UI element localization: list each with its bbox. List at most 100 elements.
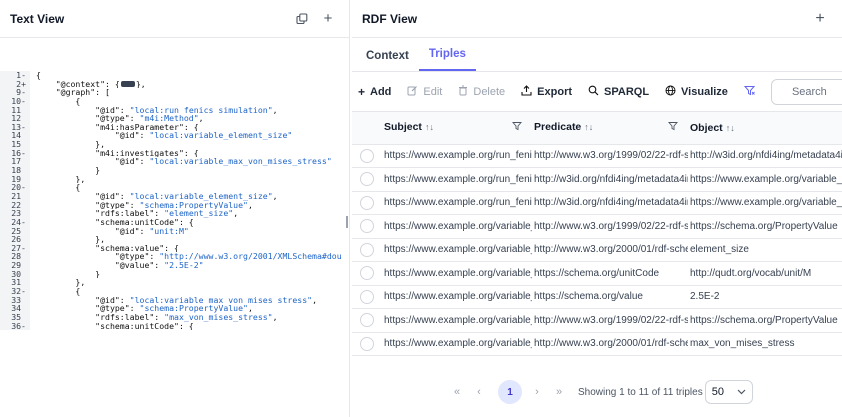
predicate-column-header[interactable]: Predicate ↑↓ bbox=[532, 112, 688, 145]
triples-table-body: https://www.example.org/run_fenics_simul… bbox=[352, 144, 842, 356]
editor-scrollbar[interactable] bbox=[345, 66, 349, 417]
subject-cell[interactable]: https://www.example.org/variable_element… bbox=[382, 285, 532, 309]
object-cell[interactable]: element_size bbox=[688, 238, 842, 262]
object-cell[interactable]: https://schema.org/PropertyValue bbox=[688, 214, 842, 239]
row-radio[interactable] bbox=[360, 336, 374, 351]
predicate-cell[interactable]: https://schema.org/unitCode bbox=[532, 261, 688, 286]
predicate-cell[interactable]: http://www.w3.org/2000/01/rdf-schema#lab… bbox=[532, 238, 688, 262]
object-cell[interactable]: https://www.example.org/variable_max_von… bbox=[688, 191, 842, 215]
code-line: "@id": "unit:M" bbox=[36, 227, 345, 236]
line-number: 36- bbox=[11, 320, 26, 331]
row-radio[interactable] bbox=[360, 313, 374, 328]
last-page-button[interactable]: » bbox=[550, 386, 568, 398]
predicate-cell[interactable]: http://w3id.org/nfdi4ing/metadata4ing#ha… bbox=[532, 167, 688, 192]
predicate-cell[interactable]: http://www.w3.org/1999/02/22-rdf-syntax-… bbox=[532, 308, 688, 333]
code-token: , bbox=[272, 312, 278, 322]
tab-context[interactable]: Context bbox=[356, 50, 419, 71]
code-editor[interactable]: 1- 2+ 9- 10- 11 12 13- 14 15 16- 17 18 19 20- 2… bbox=[0, 66, 345, 417]
subject-cell[interactable]: https://www.example.org/variable_element… bbox=[382, 214, 532, 239]
sort-icon[interactable]: ↑↓ bbox=[425, 122, 434, 132]
fold-placeholder[interactable] bbox=[120, 81, 135, 88]
predicate-cell[interactable]: http://www.w3.org/1999/02/22-rdf-syntax-… bbox=[532, 144, 688, 168]
sort-icon[interactable]: ↑↓ bbox=[584, 122, 593, 132]
code-line: "@graph": [ bbox=[36, 88, 345, 97]
delete-button[interactable]: Delete bbox=[458, 85, 505, 99]
row-radio[interactable] bbox=[360, 172, 374, 187]
table-row[interactable]: https://www.example.org/run_fenics_simul… bbox=[352, 167, 842, 192]
row-radio[interactable] bbox=[360, 148, 374, 163]
code-line: }, bbox=[36, 175, 345, 184]
row-radio[interactable] bbox=[360, 195, 374, 210]
object-cell[interactable]: max_von_mises_stress bbox=[688, 332, 842, 356]
code-string: "m4i:Method" bbox=[139, 114, 199, 123]
code-token: "schema:value": { bbox=[36, 243, 179, 253]
code-token: "schema:unitCode": { bbox=[36, 321, 194, 331]
page-1-button[interactable]: 1 bbox=[498, 380, 522, 404]
trash-icon bbox=[458, 85, 468, 99]
subject-cell[interactable]: https://www.example.org/variable_max_von… bbox=[382, 308, 532, 333]
rdf-view-title: RDF View bbox=[362, 11, 418, 26]
sort-icon[interactable]: ↑↓ bbox=[726, 123, 735, 133]
code-line: "schema:unitCode": { bbox=[36, 218, 345, 227]
rows-per-page-dropdown[interactable]: 50 bbox=[704, 380, 753, 404]
table-row[interactable]: https://www.example.org/run_fenics_simul… bbox=[352, 144, 842, 168]
prev-page-button[interactable]: ‹ bbox=[470, 386, 488, 398]
sparql-button[interactable]: SPARQL bbox=[588, 85, 649, 99]
object-column-header[interactable]: Object ↑↓ bbox=[688, 112, 842, 145]
subject-column-header[interactable]: Subject ↑↓ bbox=[382, 112, 532, 145]
add-button[interactable]: + Add bbox=[358, 85, 391, 99]
row-select-cell bbox=[352, 261, 382, 286]
copy-icon[interactable] bbox=[291, 8, 313, 30]
object-cell[interactable]: https://schema.org/PropertyValue bbox=[688, 308, 842, 333]
row-radio[interactable] bbox=[360, 266, 374, 281]
first-page-button[interactable]: « bbox=[448, 386, 466, 398]
filter-icon[interactable] bbox=[512, 121, 522, 134]
code-content[interactable]: { "@context": {}, "@graph": [ { "@id": "… bbox=[36, 71, 345, 330]
table-row[interactable]: https://www.example.org/run_fenics_simul… bbox=[352, 191, 842, 215]
table-row[interactable]: https://www.example.org/variable_element… bbox=[352, 261, 842, 286]
code-token: }, bbox=[36, 174, 86, 184]
predicate-cell[interactable]: https://schema.org/value bbox=[532, 285, 688, 309]
code-line: { bbox=[36, 183, 345, 192]
predicate-cell[interactable]: http://w3id.org/nfdi4ing/metadata4ing#in… bbox=[532, 191, 688, 215]
tab-triples[interactable]: Triples bbox=[418, 48, 476, 71]
triples-toolbar: + Add Edit Delete Export SPARQL Visualize bbox=[352, 72, 842, 112]
subject-cell[interactable]: https://www.example.org/run_fenics_simul… bbox=[382, 191, 532, 215]
object-cell[interactable]: 2.5E-2 bbox=[688, 285, 842, 309]
visualize-button[interactable]: Visualize bbox=[665, 85, 728, 99]
code-string: "local:variable_element_size" bbox=[149, 131, 293, 141]
add-view-plus-icon[interactable]: + bbox=[808, 10, 832, 28]
row-radio[interactable] bbox=[360, 242, 374, 257]
subject-cell[interactable]: https://www.example.org/variable_element… bbox=[382, 238, 532, 262]
object-cell[interactable]: http://w3id.org/nfdi4ing/metadata4ing#Me… bbox=[688, 144, 842, 168]
scrollbar-thumb[interactable] bbox=[346, 216, 348, 228]
row-radio[interactable] bbox=[360, 219, 374, 234]
subject-cell[interactable]: https://www.example.org/variable_element… bbox=[382, 261, 532, 286]
subject-cell[interactable]: https://www.example.org/run_fenics_simul… bbox=[382, 167, 532, 192]
object-cell[interactable]: http://qudt.org/vocab/unit/M bbox=[688, 261, 842, 286]
subject-cell[interactable]: https://www.example.org/variable_max_von… bbox=[382, 332, 532, 356]
export-label: Export bbox=[537, 85, 573, 98]
subject-cell[interactable]: https://www.example.org/run_fenics_simul… bbox=[382, 144, 532, 168]
plus-icon[interactable]: + bbox=[317, 8, 339, 30]
predicate-cell[interactable]: http://www.w3.org/2000/01/rdf-schema#lab… bbox=[532, 332, 688, 356]
filter-icon[interactable] bbox=[743, 85, 756, 99]
search-input[interactable] bbox=[770, 78, 842, 105]
table-row[interactable]: https://www.example.org/variable_element… bbox=[352, 214, 842, 239]
predicate-cell[interactable]: http://www.w3.org/1999/02/22-rdf-syntax-… bbox=[532, 214, 688, 239]
filter-icon[interactable] bbox=[668, 121, 678, 134]
table-row[interactable]: https://www.example.org/variable_element… bbox=[352, 238, 842, 262]
table-row[interactable]: https://www.example.org/variable_element… bbox=[352, 285, 842, 309]
edit-button[interactable]: Edit bbox=[407, 85, 442, 99]
edit-label: Edit bbox=[423, 85, 443, 98]
table-row[interactable]: https://www.example.org/variable_max_von… bbox=[352, 332, 842, 356]
export-button[interactable]: Export bbox=[521, 84, 573, 99]
code-string: "local:run_fenics_simulation" bbox=[129, 105, 273, 115]
next-page-button[interactable]: › bbox=[528, 386, 546, 398]
row-radio[interactable] bbox=[360, 289, 374, 304]
code-token: "@id": bbox=[36, 131, 150, 141]
object-cell[interactable]: https://www.example.org/variable_element… bbox=[688, 167, 842, 192]
code-string: "local:variable_element_size" bbox=[129, 191, 273, 201]
code-token: "@id": bbox=[36, 105, 130, 115]
table-row[interactable]: https://www.example.org/variable_max_von… bbox=[352, 308, 842, 333]
